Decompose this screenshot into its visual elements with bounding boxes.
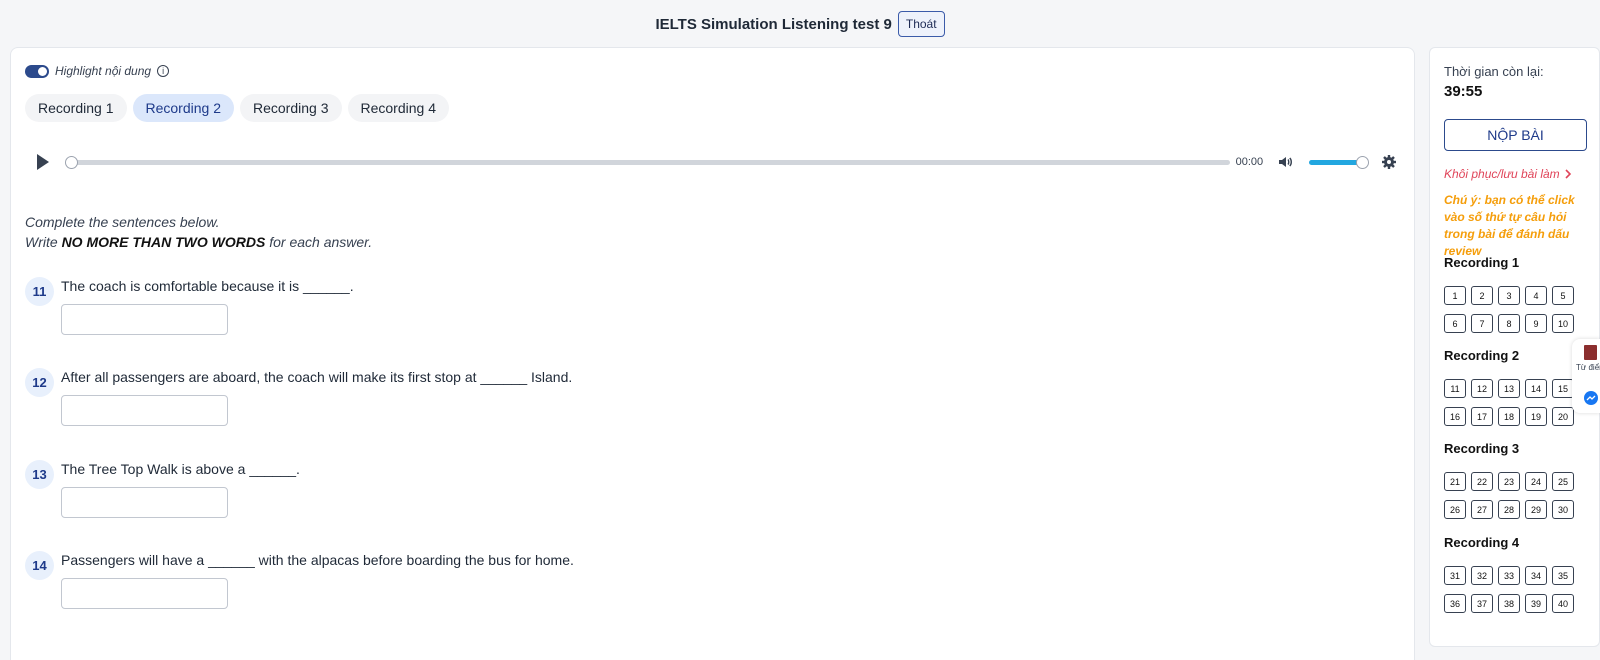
question-nav-button[interactable]: 19 xyxy=(1525,407,1547,426)
floating-tools: Từ điển xyxy=(1572,339,1600,413)
question-number[interactable]: 11 xyxy=(25,277,54,306)
question-nav-button[interactable]: 35 xyxy=(1552,566,1574,585)
answer-input[interactable] xyxy=(61,395,228,426)
question-nav-button[interactable]: 12 xyxy=(1471,379,1493,398)
review-note: Chú ý: bạn có thể click vào số thứ tự câ… xyxy=(1444,193,1575,258)
question-nav-button[interactable]: 34 xyxy=(1525,566,1547,585)
volume-icon[interactable] xyxy=(1277,154,1293,170)
question-nav-button[interactable]: 7 xyxy=(1471,314,1493,333)
highlight-toggle-row: Highlight nội dung i xyxy=(25,64,170,78)
question-nav-button[interactable]: 32 xyxy=(1471,566,1493,585)
question-nav-button[interactable]: 30 xyxy=(1552,500,1574,519)
submit-button[interactable]: NỘP BÀI xyxy=(1444,119,1587,151)
page-title: IELTS Simulation Listening test 9 xyxy=(655,15,892,33)
question-nav-button[interactable]: 8 xyxy=(1498,314,1520,333)
question-nav-button[interactable]: 14 xyxy=(1525,379,1547,398)
highlight-toggle[interactable] xyxy=(25,64,49,78)
recording-4-question-grid: 31 32 33 34 35 36 37 38 39 40 xyxy=(1444,566,1574,613)
volume-slider[interactable] xyxy=(1309,155,1370,169)
question-nav-button[interactable]: 4 xyxy=(1525,286,1547,305)
question-nav-button[interactable]: 1 xyxy=(1444,286,1466,305)
exit-button[interactable]: Thoát xyxy=(897,11,945,37)
question-nav-button[interactable]: 13 xyxy=(1498,379,1520,398)
recording-1-title: Recording 1 xyxy=(1444,255,1520,270)
audio-player: 00:00 xyxy=(37,150,1397,174)
recording-2-question-grid: 11 12 13 14 15 16 17 18 19 20 xyxy=(1444,379,1574,426)
answer-input[interactable] xyxy=(61,487,228,518)
main-panel: Highlight nội dung i Recording 1 Recordi… xyxy=(10,47,1415,660)
instruction-line-2: Write NO MORE THAN TWO WORDS for each an… xyxy=(25,232,372,252)
instructions: Complete the sentences below. Write NO M… xyxy=(25,212,372,252)
question-nav-button[interactable]: 24 xyxy=(1525,472,1547,491)
messenger-icon[interactable] xyxy=(1584,391,1598,405)
question-nav-button[interactable]: 6 xyxy=(1444,314,1466,333)
question-nav-button[interactable]: 23 xyxy=(1498,472,1520,491)
question-text: The Tree Top Walk is above a ______. xyxy=(61,461,300,477)
gear-icon[interactable] xyxy=(1381,154,1397,170)
tab-recording-3[interactable]: Recording 3 xyxy=(240,94,342,122)
instruction-line-1: Complete the sentences below. xyxy=(25,214,220,230)
answer-input[interactable] xyxy=(61,578,228,609)
tab-recording-2[interactable]: Recording 2 xyxy=(132,94,234,122)
audio-progress-bar[interactable] xyxy=(65,155,1230,169)
progress-handle[interactable] xyxy=(65,155,78,169)
question-nav-button[interactable]: 31 xyxy=(1444,566,1466,585)
recording-1-question-grid: 1 2 3 4 5 6 7 8 9 10 xyxy=(1444,286,1574,333)
question-nav-button[interactable]: 21 xyxy=(1444,472,1466,491)
question-nav-button[interactable]: 3 xyxy=(1498,286,1520,305)
question-nav-button[interactable]: 37 xyxy=(1471,594,1493,613)
question-nav-button[interactable]: 11 xyxy=(1444,379,1466,398)
recording-4-title: Recording 4 xyxy=(1444,535,1520,550)
question-nav-button[interactable]: 28 xyxy=(1498,500,1520,519)
question-nav-button[interactable]: 18 xyxy=(1498,407,1520,426)
instruction-emphasis: NO MORE THAN TWO WORDS xyxy=(61,234,266,250)
dictionary-icon[interactable] xyxy=(1584,345,1597,360)
time-remaining-value: 39:55 xyxy=(1444,83,1483,100)
time-remaining-label: Thời gian còn lại: xyxy=(1444,64,1544,79)
instruction-text: Write xyxy=(25,234,62,250)
question-nav-button[interactable]: 39 xyxy=(1525,594,1547,613)
tab-recording-1[interactable]: Recording 1 xyxy=(25,94,127,122)
highlight-label: Highlight nội dung xyxy=(55,64,152,78)
question-nav-button[interactable]: 16 xyxy=(1444,407,1466,426)
volume-handle[interactable] xyxy=(1356,155,1370,169)
question-nav-button[interactable]: 29 xyxy=(1525,500,1547,519)
question-number[interactable]: 12 xyxy=(25,368,54,397)
info-icon[interactable]: i xyxy=(157,65,170,77)
play-icon[interactable] xyxy=(37,154,49,170)
question-nav-button[interactable]: 36 xyxy=(1444,594,1466,613)
dictionary-label: Từ điển xyxy=(1576,363,1600,372)
question-nav-button[interactable]: 26 xyxy=(1444,500,1466,519)
question-text: Passengers will have a ______ with the a… xyxy=(61,552,574,568)
instruction-text: for each answer. xyxy=(265,234,373,250)
question-nav-button[interactable]: 10 xyxy=(1552,314,1574,333)
question-nav-button[interactable]: 15 xyxy=(1552,379,1574,398)
chevron-right-icon xyxy=(1565,169,1571,179)
recording-2-title: Recording 2 xyxy=(1444,348,1520,363)
question-nav-button[interactable]: 40 xyxy=(1552,594,1574,613)
top-bar: IELTS Simulation Listening test 9 Thoát xyxy=(0,0,1600,48)
recording-tabs: Recording 1 Recording 2 Recording 3 Reco… xyxy=(25,94,449,122)
question-text: After all passengers are aboard, the coa… xyxy=(61,369,573,385)
recording-3-title: Recording 3 xyxy=(1444,441,1520,456)
question-nav-button[interactable]: 27 xyxy=(1471,500,1493,519)
question-nav-button[interactable]: 20 xyxy=(1552,407,1574,426)
question-nav-button[interactable]: 25 xyxy=(1552,472,1574,491)
question-nav-button[interactable]: 9 xyxy=(1525,314,1547,333)
question-nav-button[interactable]: 38 xyxy=(1498,594,1520,613)
question-nav-button[interactable]: 5 xyxy=(1552,286,1574,305)
question-nav-button[interactable]: 17 xyxy=(1471,407,1493,426)
question-text: The coach is comfortable because it is _… xyxy=(61,278,354,294)
question-nav-button[interactable]: 33 xyxy=(1498,566,1520,585)
question-number[interactable]: 14 xyxy=(25,551,54,580)
answer-input[interactable] xyxy=(61,304,228,335)
restore-save-label: Khôi phục/lưu bài làm xyxy=(1444,167,1560,181)
question-nav-button[interactable]: 2 xyxy=(1471,286,1493,305)
recording-3-question-grid: 21 22 23 24 25 26 27 28 29 30 xyxy=(1444,472,1574,519)
question-nav-button[interactable]: 22 xyxy=(1471,472,1493,491)
tab-recording-4[interactable]: Recording 4 xyxy=(347,94,449,122)
restore-save-link[interactable]: Khôi phục/lưu bài làm xyxy=(1444,167,1572,181)
audio-time: 00:00 xyxy=(1235,156,1264,168)
question-number[interactable]: 13 xyxy=(25,460,54,489)
